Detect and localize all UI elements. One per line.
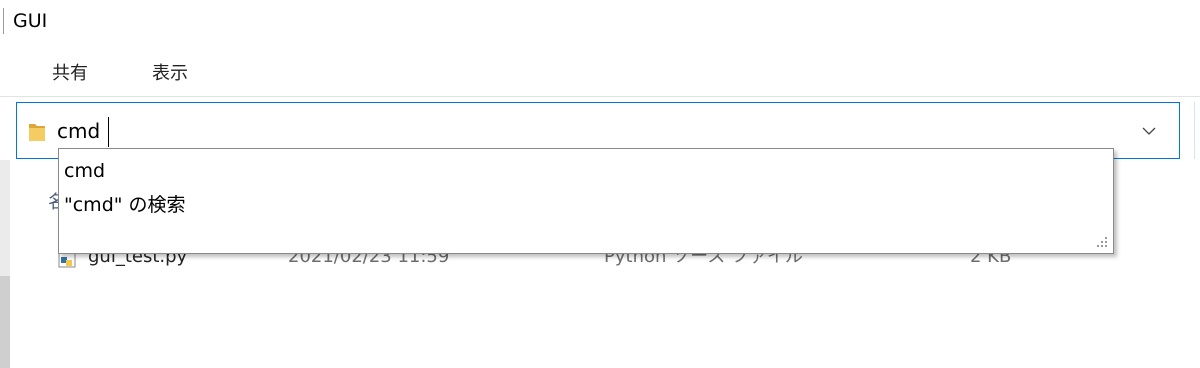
chevron-down-icon[interactable] — [1139, 121, 1159, 141]
tab-view[interactable]: 表示 — [152, 62, 188, 86]
text-caret — [108, 117, 109, 147]
navigation-pane-scrollbar[interactable] — [0, 276, 10, 368]
window-title: GUI — [13, 10, 48, 32]
ribbon-divider — [0, 96, 1200, 97]
autocomplete-dropdown: cmd "cmd" の検索 — [58, 148, 1114, 254]
tab-share[interactable]: 共有 — [52, 62, 88, 86]
ribbon: 共有 表示 — [0, 44, 1200, 96]
folder-icon — [29, 124, 45, 141]
resize-grip-icon[interactable] — [1095, 235, 1109, 249]
suggestion-item[interactable]: cmd — [59, 155, 1113, 187]
address-input[interactable] — [57, 117, 957, 145]
refresh-button-edge[interactable] — [1194, 102, 1200, 159]
suggestion-search-item[interactable]: "cmd" の検索 — [59, 189, 1113, 221]
title-bar: GUI — [0, 0, 1200, 44]
title-separator — [3, 8, 4, 34]
